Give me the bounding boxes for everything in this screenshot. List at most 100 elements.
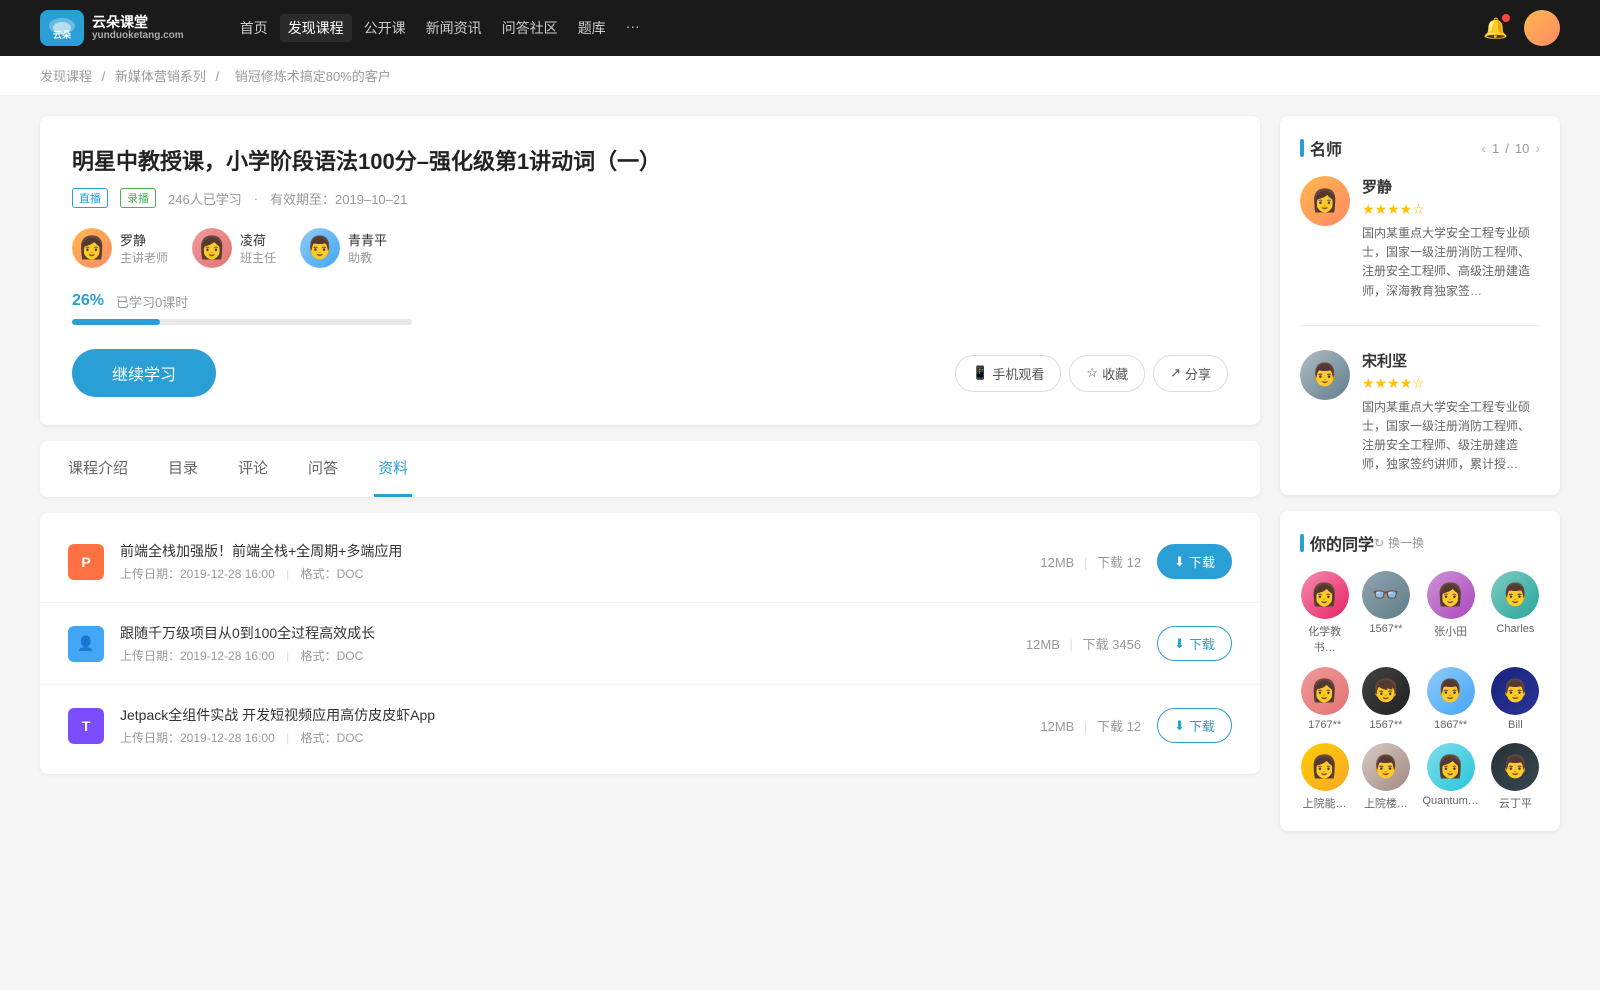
download-button-1[interactable]: ⬇ 下载 [1157, 544, 1232, 579]
sidebar-teacher-1-stars: ★★★★☆ [1362, 201, 1540, 218]
main-nav: 首页 发现课程 公开课 新闻资讯 问答社区 题库 ··· [232, 14, 648, 42]
tab-comments[interactable]: 评论 [234, 441, 272, 497]
resource-info-1: 前端全栈加强版！前端全栈+全周期+多端应用 上传日期：2019-12-28 16… [120, 541, 1024, 582]
tab-catalog[interactable]: 目录 [164, 441, 202, 497]
classmate-10-avatar[interactable]: 👨 [1362, 743, 1410, 791]
teacher-1-info: 罗静 主讲老师 [120, 230, 168, 266]
resource-meta-1: 上传日期：2019-12-28 16:00 | 格式：DOC [120, 565, 1024, 582]
download-icon-3: ⬇ [1174, 718, 1185, 734]
classmate-12-avatar[interactable]: 👨 [1491, 743, 1539, 791]
sidebar-teacher-2-name: 宋利坚 [1362, 350, 1540, 371]
teacher-3: 👨 青青平 助教 [300, 228, 387, 268]
teacher-2-info: 凌荷 班主任 [240, 230, 276, 266]
teachers-sidebar-card: 名师 ‹ 1 / 10 › 👩 罗静 ★★★★☆ [1280, 116, 1560, 495]
tab-resources[interactable]: 资料 [374, 441, 412, 497]
students-count: 246人已学习 [168, 189, 242, 208]
classmate-3-name: 张小田 [1434, 623, 1467, 639]
teacher-2-role: 班主任 [240, 249, 276, 266]
classmate-5-name: 1767** [1308, 719, 1341, 731]
progress-pct: 26% [72, 292, 104, 311]
classmate-6-name: 1567** [1369, 719, 1402, 731]
resource-meta-3: 上传日期：2019-12-28 16:00 | 格式：DOC [120, 729, 1024, 746]
classmate-7-avatar[interactable]: 👨 [1427, 667, 1475, 715]
resource-item-2: 👤 跟随千万级项目从0到100全过程高效成长 上传日期：2019-12-28 1… [40, 603, 1260, 685]
classmate-1: 👩 化学教书… [1300, 571, 1349, 655]
progress-fill [72, 319, 160, 325]
sidebar-teacher-2: 👨 宋利坚 ★★★★☆ 国内某重点大学安全工程专业硕士，国家一级注册消防工程师、… [1300, 350, 1540, 475]
share-button[interactable]: ↗ 分享 [1153, 355, 1228, 392]
course-meta: 直播 录播 246人已学习 · 有效期至：2019–10–21 [72, 188, 1228, 208]
nav-open[interactable]: 公开课 [356, 14, 414, 42]
sidebar-teacher-2-stars: ★★★★☆ [1362, 375, 1540, 392]
classmate-11-avatar[interactable]: 👩 [1427, 743, 1475, 791]
classmate-1-name: 化学教书… [1300, 623, 1349, 655]
tab-qa[interactable]: 问答 [304, 441, 342, 497]
download-button-2[interactable]: ⬇ 下载 [1157, 626, 1232, 661]
secondary-actions: 📱 手机观看 ☆ 收藏 ↗ 分享 [955, 355, 1228, 392]
progress-section: 26% 已学习0课时 [72, 292, 1228, 325]
classmates-grid: 👩 化学教书… 👓 1567** 👩 张小田 [1300, 571, 1540, 811]
classmate-2-avatar[interactable]: 👓 [1362, 571, 1410, 619]
resource-item-3: T Jetpack全组件实战 开发短视频应用高仿皮皮虾App 上传日期：2019… [40, 685, 1260, 766]
classmate-8-name: Bill [1508, 719, 1523, 731]
nav-news[interactable]: 新闻资讯 [418, 14, 490, 42]
notification-dot [1502, 14, 1510, 22]
classmate-9-avatar[interactable]: 👩 [1301, 743, 1349, 791]
classmate-3-avatar[interactable]: 👩 [1427, 571, 1475, 619]
user-avatar[interactable] [1524, 10, 1560, 46]
nav-exam[interactable]: 题库 [570, 14, 614, 42]
sidebar-teacher-1-desc: 国内某重点大学安全工程专业硕士，国家一级注册消防工程师、注册安全工程师、高级注册… [1362, 224, 1540, 301]
tab-intro[interactable]: 课程介绍 [64, 441, 132, 497]
classmate-5-avatar[interactable]: 👩 [1301, 667, 1349, 715]
nav-discover[interactable]: 发现课程 [280, 14, 352, 42]
progress-label: 26% 已学习0课时 [72, 292, 1228, 311]
progress-sub: 已学习0课时 [116, 292, 188, 311]
resource-item: P 前端全栈加强版！前端全栈+全周期+多端应用 上传日期：2019-12-28 … [40, 521, 1260, 603]
teacher-3-info: 青青平 助教 [348, 230, 387, 266]
breadcrumb-discover[interactable]: 发现课程 [40, 69, 92, 84]
resource-info-2: 跟随千万级项目从0到100全过程高效成长 上传日期：2019-12-28 16:… [120, 623, 1010, 664]
header: 云朵 云朵课堂 yunduoketang.com 首页 发现课程 公开课 新闻资… [0, 0, 1600, 56]
download-button-3[interactable]: ⬇ 下载 [1157, 708, 1232, 743]
classmate-2-name: 1567** [1369, 623, 1402, 635]
classmate-4-avatar[interactable]: 👨 [1491, 571, 1539, 619]
refresh-classmates-button[interactable]: ↻ 换一换 [1374, 534, 1424, 551]
resource-icon-label-2: 👤 [77, 635, 94, 652]
svg-text:云朵: 云朵 [53, 30, 72, 40]
nav-more[interactable]: ··· [618, 14, 648, 42]
classmate-12-name: 云丁平 [1499, 795, 1532, 811]
classmate-8-avatar[interactable]: 👨 [1491, 667, 1539, 715]
logo[interactable]: 云朵 云朵课堂 yunduoketang.com [40, 10, 184, 46]
download-icon-2: ⬇ [1174, 636, 1185, 652]
course-tabs: 课程介绍 目录 评论 问答 资料 [40, 441, 1260, 497]
nav-home[interactable]: 首页 [232, 14, 276, 42]
mobile-view-button[interactable]: 📱 手机观看 [955, 355, 1061, 392]
nav-qa[interactable]: 问答社区 [494, 14, 566, 42]
resource-icon-1: P [68, 544, 104, 580]
prev-teacher-button[interactable]: ‹ [1481, 140, 1486, 156]
resource-size-3: 12MB | 下载 12 [1040, 716, 1141, 735]
bell-icon[interactable]: 🔔 [1483, 16, 1508, 41]
valid-until: 有效期至：2019–10–21 [270, 189, 407, 208]
collect-button[interactable]: ☆ 收藏 [1069, 355, 1145, 392]
breadcrumb-series[interactable]: 新媒体营销系列 [115, 69, 206, 84]
resource-meta-2: 上传日期：2019-12-28 16:00 | 格式：DOC [120, 647, 1010, 664]
resource-title-1: 前端全栈加强版！前端全栈+全周期+多端应用 [120, 541, 1024, 561]
next-teacher-button[interactable]: › [1535, 140, 1540, 156]
star-icon: ☆ [1086, 365, 1098, 381]
share-icon: ↗ [1170, 365, 1181, 381]
main-layout: 明星中教授课，小学阶段语法100分–强化级第1讲动词（一） 直播 录播 246人… [0, 96, 1600, 867]
continue-learning-button[interactable]: 继续学习 [72, 349, 216, 397]
teacher-1-avatar: 👩 [72, 228, 112, 268]
resource-list: P 前端全栈加强版！前端全栈+全周期+多端应用 上传日期：2019-12-28 … [40, 513, 1260, 774]
badge-live: 直播 [72, 188, 108, 208]
classmate-1-avatar[interactable]: 👩 [1301, 571, 1349, 619]
teachers-list: 👩 罗静 主讲老师 👩 凌荷 班主任 [72, 228, 1228, 268]
teacher-1-name: 罗静 [120, 230, 168, 249]
classmate-4: 👨 Charles [1491, 571, 1540, 655]
course-title: 明星中教授课，小学阶段语法100分–强化级第1讲动词（一） [72, 144, 1228, 176]
sidebar-teacher-1-info: 罗静 ★★★★☆ 国内某重点大学安全工程专业硕士，国家一级注册消防工程师、注册安… [1362, 176, 1540, 301]
teacher-2-name: 凌荷 [240, 230, 276, 249]
classmate-6: 👦 1567** [1361, 667, 1410, 731]
classmate-6-avatar[interactable]: 👦 [1362, 667, 1410, 715]
